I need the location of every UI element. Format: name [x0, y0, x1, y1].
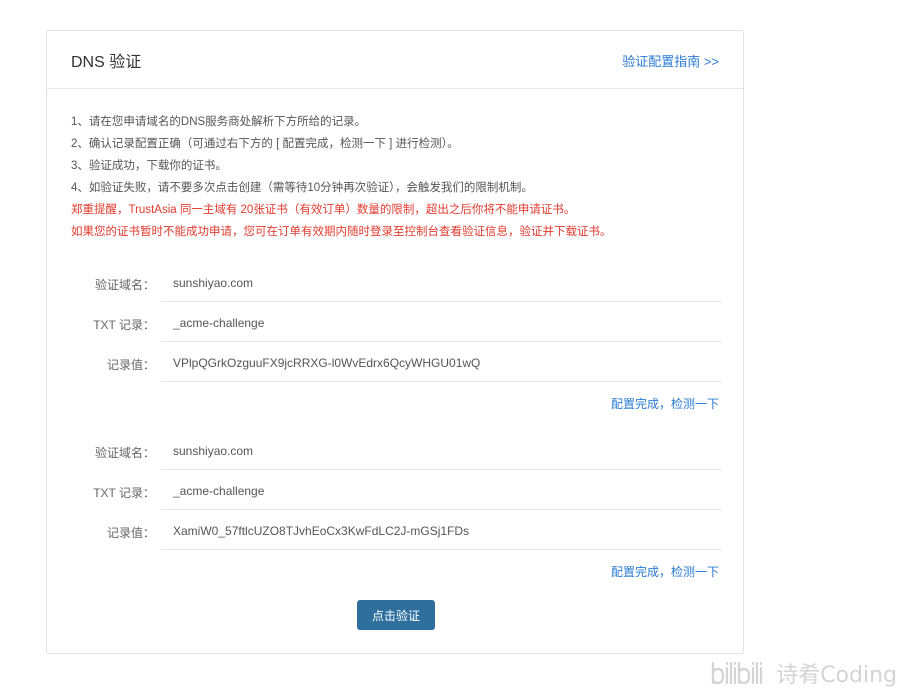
instruction-item: 2、确认记录配置正确（可通过右下方的 [ 配置完成，检测一下 ] 进行检测）。	[71, 138, 459, 150]
txt-label: TXT 记录：	[93, 486, 155, 500]
guide-link[interactable]: 验证配置指南 >>	[622, 51, 719, 70]
verify-button[interactable]: 点击验证	[357, 600, 435, 630]
card-header: DNS 验证 验证配置指南 >>	[47, 31, 743, 89]
txt-field[interactable]: _acme-challenge	[161, 470, 721, 510]
record-value-row: 记录值： XamiW0_57ftlcUZO8TJvhEoCx3KwFdLC2J-…	[47, 510, 745, 550]
record-value-field[interactable]: VPlpQGrkOzguuFX9jcRRXG-l0WvEdrx6QcyWHGU0…	[161, 342, 721, 382]
record-value: VPlpQGrkOzguuFX9jcRRXG-l0WvEdrx6QcyWHGU0…	[173, 356, 481, 370]
domain-field[interactable]: sunshiyao.com	[161, 430, 721, 470]
domain-field[interactable]: sunshiyao.com	[161, 262, 721, 302]
record-value-row: 记录值： VPlpQGrkOzguuFX9jcRRXG-l0WvEdrx6Qcy…	[47, 342, 745, 382]
page-title: DNS 验证	[71, 54, 142, 71]
warning-text: 郑重提醒，TrustAsia 同一主域有 20张证书（有效订单）数量的限制，超出…	[71, 204, 576, 216]
bilibili-logo-icon	[710, 660, 772, 686]
instruction-item: 3、验证成功，下载你的证书。	[71, 160, 227, 172]
record-value-field[interactable]: XamiW0_57ftlcUZO8TJvhEoCx3KwFdLC2J-mGSj1…	[161, 510, 721, 550]
txt-row: TXT 记录： _acme-challenge	[47, 470, 745, 510]
domain-label: 验证域名：	[94, 446, 155, 460]
watermark: 诗肴Coding	[710, 657, 897, 689]
txt-row: TXT 记录： _acme-challenge	[47, 302, 745, 342]
domain-row: 验证域名： sunshiyao.com	[47, 262, 745, 302]
instruction-item: 1、请在您申请域名的DNS服务商处解析下方所给的记录。	[71, 116, 367, 128]
domain-value: sunshiyao.com	[173, 444, 254, 458]
instruction-item: 4、如验证失败，请不要多次点击创建（需等待10分钟再次验证），会触发我们的限制机…	[71, 182, 533, 194]
txt-field[interactable]: _acme-challenge	[161, 302, 721, 342]
record-value-label: 记录值：	[106, 358, 155, 372]
txt-label: TXT 记录：	[93, 318, 155, 332]
check-config-link-2[interactable]: 配置完成，检测一下	[611, 563, 719, 580]
domain-value: sunshiyao.com	[173, 276, 254, 290]
record-group-1: 验证域名： sunshiyao.com TXT 记录： _acme-challe…	[47, 262, 745, 382]
warning-text: 如果您的证书暂时不能成功申请，您可在订单有效期内随时登录至控制台查看验证信息，验…	[71, 226, 612, 238]
record-group-2: 验证域名： sunshiyao.com TXT 记录： _acme-challe…	[47, 430, 745, 550]
domain-row: 验证域名： sunshiyao.com	[47, 430, 745, 470]
domain-label: 验证域名：	[94, 278, 155, 292]
txt-value: _acme-challenge	[173, 316, 265, 330]
watermark-text: 诗肴Coding	[776, 663, 897, 688]
txt-value: _acme-challenge	[173, 484, 265, 498]
dns-verification-card: DNS 验证 验证配置指南 >> 1、请在您申请域名的DNS服务商处解析下方所给…	[46, 30, 744, 654]
record-value-label: 记录值：	[106, 526, 155, 540]
instructions: 1、请在您申请域名的DNS服务商处解析下方所给的记录。 2、确认记录配置正确（可…	[71, 111, 612, 243]
record-value: XamiW0_57ftlcUZO8TJvhEoCx3KwFdLC2J-mGSj1…	[173, 524, 470, 538]
check-config-link-1[interactable]: 配置完成，检测一下	[611, 395, 719, 412]
